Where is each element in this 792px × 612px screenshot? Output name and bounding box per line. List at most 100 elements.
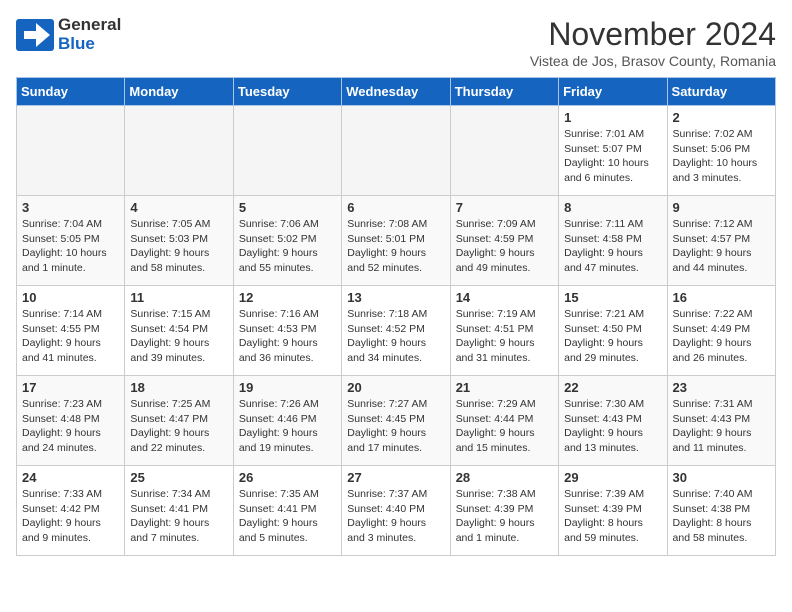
day-number: 10 — [22, 290, 119, 305]
day-number: 8 — [564, 200, 661, 215]
day-info: Sunrise: 7:37 AMSunset: 4:40 PMDaylight:… — [347, 487, 444, 546]
day-info: Sunrise: 7:38 AMSunset: 4:39 PMDaylight:… — [456, 487, 553, 546]
calendar-cell: 27 Sunrise: 7:37 AMSunset: 4:40 PMDayligh… — [342, 466, 450, 556]
day-info: Sunrise: 7:19 AMSunset: 4:51 PMDaylight:… — [456, 307, 553, 366]
weekday-header-wednesday: Wednesday — [342, 78, 450, 106]
day-info: Sunrise: 7:30 AMSunset: 4:43 PMDaylight:… — [564, 397, 661, 456]
calendar-cell — [450, 106, 558, 196]
day-info: Sunrise: 7:22 AMSunset: 4:49 PMDaylight:… — [673, 307, 770, 366]
calendar-cell: 21 Sunrise: 7:29 AMSunset: 4:44 PMDayligh… — [450, 376, 558, 466]
day-info: Sunrise: 7:31 AMSunset: 4:43 PMDaylight:… — [673, 397, 770, 456]
calendar-cell: 25Sunrise: 7:34 AMSunset: 4:41 PMDayligh… — [125, 466, 233, 556]
calendar-cell: 6 Sunrise: 7:08 AMSunset: 5:01 PMDaylight… — [342, 196, 450, 286]
weekday-header-sunday: Sunday — [17, 78, 125, 106]
calendar-cell: 2 Sunrise: 7:02 AMSunset: 5:06 PMDaylight… — [667, 106, 775, 196]
day-number: 5 — [239, 200, 336, 215]
day-info: Sunrise: 7:18 AMSunset: 4:52 PMDaylight:… — [347, 307, 444, 366]
calendar-table: SundayMondayTuesdayWednesdayThursdayFrid… — [16, 77, 776, 556]
day-number: 27 — [347, 470, 444, 485]
logo-blue-text: Blue — [58, 35, 121, 54]
calendar-cell: 17Sunrise: 7:23 AMSunset: 4:48 PMDayligh… — [17, 376, 125, 466]
weekday-header-row: SundayMondayTuesdayWednesdayThursdayFrid… — [17, 78, 776, 106]
calendar-cell: 15 Sunrise: 7:21 AMSunset: 4:50 PMDayligh… — [559, 286, 667, 376]
day-number: 25 — [130, 470, 227, 485]
calendar-week-5: 24Sunrise: 7:33 AMSunset: 4:42 PMDayligh… — [17, 466, 776, 556]
weekday-header-thursday: Thursday — [450, 78, 558, 106]
calendar-cell: 29 Sunrise: 7:39 AMSunset: 4:39 PMDayligh… — [559, 466, 667, 556]
title-section: November 2024 Vistea de Jos, Brasov Coun… — [530, 16, 776, 69]
calendar-cell: 23 Sunrise: 7:31 AMSunset: 4:43 PMDayligh… — [667, 376, 775, 466]
day-number: 22 — [564, 380, 661, 395]
calendar-cell: 3 Sunrise: 7:04 AMSunset: 5:05 PMDaylight… — [17, 196, 125, 286]
logo: General Blue — [16, 16, 121, 53]
day-number: 15 — [564, 290, 661, 305]
day-info: Sunrise: 7:04 AMSunset: 5:05 PMDaylight:… — [22, 217, 119, 276]
calendar-cell: 10 Sunrise: 7:14 AMSunset: 4:55 PMDayligh… — [17, 286, 125, 376]
day-info: Sunrise: 7:01 AMSunset: 5:07 PMDaylight:… — [564, 127, 661, 186]
calendar-cell: 13 Sunrise: 7:18 AMSunset: 4:52 PMDayligh… — [342, 286, 450, 376]
day-number: 7 — [456, 200, 553, 215]
day-number: 24 — [22, 470, 119, 485]
day-number: 11 — [130, 290, 227, 305]
month-title: November 2024 — [530, 16, 776, 53]
day-number: 14 — [456, 290, 553, 305]
day-number: 2 — [673, 110, 770, 125]
calendar-cell: 28 Sunrise: 7:38 AMSunset: 4:39 PMDayligh… — [450, 466, 558, 556]
calendar-cell: 16 Sunrise: 7:22 AMSunset: 4:49 PMDayligh… — [667, 286, 775, 376]
weekday-header-monday: Monday — [125, 78, 233, 106]
day-info: Sunrise: 7:21 AMSunset: 4:50 PMDaylight:… — [564, 307, 661, 366]
day-info: Sunrise: 7:23 AMSunset: 4:48 PMDaylight:… — [22, 397, 119, 456]
day-number: 1 — [564, 110, 661, 125]
calendar-week-1: 1 Sunrise: 7:01 AMSunset: 5:07 PMDaylight… — [17, 106, 776, 196]
weekday-header-tuesday: Tuesday — [233, 78, 341, 106]
calendar-cell: 9 Sunrise: 7:12 AMSunset: 4:57 PMDaylight… — [667, 196, 775, 286]
day-info: Sunrise: 7:26 AMSunset: 4:46 PMDaylight:… — [239, 397, 336, 456]
calendar-cell — [342, 106, 450, 196]
calendar-cell: 14 Sunrise: 7:19 AMSunset: 4:51 PMDayligh… — [450, 286, 558, 376]
day-info: Sunrise: 7:39 AMSunset: 4:39 PMDaylight:… — [564, 487, 661, 546]
logo-icon — [16, 19, 54, 51]
day-info: Sunrise: 7:16 AMSunset: 4:53 PMDaylight:… — [239, 307, 336, 366]
day-number: 23 — [673, 380, 770, 395]
calendar-cell: 19 Sunrise: 7:26 AMSunset: 4:46 PMDayligh… — [233, 376, 341, 466]
day-number: 18 — [130, 380, 227, 395]
calendar-cell: 30 Sunrise: 7:40 AMSunset: 4:38 PMDayligh… — [667, 466, 775, 556]
day-number: 13 — [347, 290, 444, 305]
logo-general-text: General — [58, 16, 121, 35]
day-number: 19 — [239, 380, 336, 395]
day-number: 3 — [22, 200, 119, 215]
calendar-week-4: 17Sunrise: 7:23 AMSunset: 4:48 PMDayligh… — [17, 376, 776, 466]
day-number: 29 — [564, 470, 661, 485]
calendar-cell — [233, 106, 341, 196]
calendar-cell: 18 Sunrise: 7:25 AMSunset: 4:47 PMDayligh… — [125, 376, 233, 466]
day-number: 28 — [456, 470, 553, 485]
day-number: 30 — [673, 470, 770, 485]
page-header: General Blue November 2024 Vistea de Jos… — [16, 16, 776, 69]
day-info: Sunrise: 7:12 AMSunset: 4:57 PMDaylight:… — [673, 217, 770, 276]
calendar-cell — [17, 106, 125, 196]
day-info: Sunrise: 7:09 AMSunset: 4:59 PMDaylight:… — [456, 217, 553, 276]
day-number: 16 — [673, 290, 770, 305]
calendar-cell: 26 Sunrise: 7:35 AMSunset: 4:41 PMDayligh… — [233, 466, 341, 556]
day-info: Sunrise: 7:14 AMSunset: 4:55 PMDaylight:… — [22, 307, 119, 366]
day-info: Sunrise: 7:02 AMSunset: 5:06 PMDaylight:… — [673, 127, 770, 186]
weekday-header-friday: Friday — [559, 78, 667, 106]
day-info: Sunrise: 7:40 AMSunset: 4:38 PMDaylight:… — [673, 487, 770, 546]
weekday-header-saturday: Saturday — [667, 78, 775, 106]
calendar-cell: 4Sunrise: 7:05 AMSunset: 5:03 PMDaylight… — [125, 196, 233, 286]
calendar-week-2: 3 Sunrise: 7:04 AMSunset: 5:05 PMDaylight… — [17, 196, 776, 286]
calendar-cell: 5 Sunrise: 7:06 AMSunset: 5:02 PMDaylight… — [233, 196, 341, 286]
day-number: 6 — [347, 200, 444, 215]
day-info: Sunrise: 7:25 AMSunset: 4:47 PMDaylight:… — [130, 397, 227, 456]
day-info: Sunrise: 7:29 AMSunset: 4:44 PMDaylight:… — [456, 397, 553, 456]
day-info: Sunrise: 7:35 AMSunset: 4:41 PMDaylight:… — [239, 487, 336, 546]
calendar-cell: 22 Sunrise: 7:30 AMSunset: 4:43 PMDayligh… — [559, 376, 667, 466]
day-number: 20 — [347, 380, 444, 395]
day-number: 9 — [673, 200, 770, 215]
day-number: 26 — [239, 470, 336, 485]
day-info: Sunrise: 7:06 AMSunset: 5:02 PMDaylight:… — [239, 217, 336, 276]
calendar-cell — [125, 106, 233, 196]
day-number: 21 — [456, 380, 553, 395]
day-info: Sunrise: 7:08 AMSunset: 5:01 PMDaylight:… — [347, 217, 444, 276]
day-info: Sunrise: 7:27 AMSunset: 4:45 PMDaylight:… — [347, 397, 444, 456]
